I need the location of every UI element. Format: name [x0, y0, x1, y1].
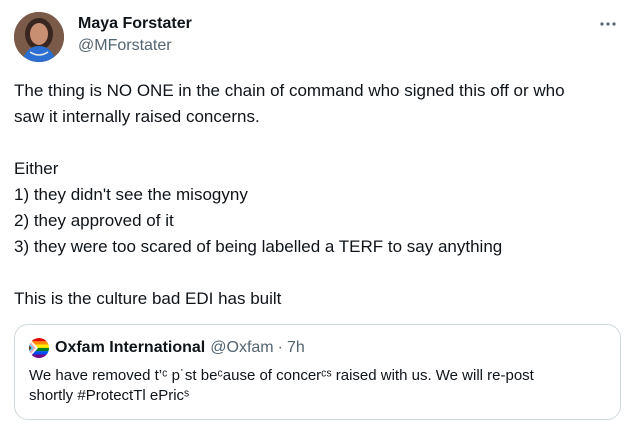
tweet-card: Maya Forstater @MForstater The thing is … [0, 0, 634, 429]
quoted-timestamp[interactable]: 7h [287, 339, 305, 357]
quoted-handle[interactable]: @Oxfam [210, 339, 273, 357]
quoted-text-line: shortly #ProtectTl ePricˢ [29, 387, 190, 404]
author-display-name[interactable]: Maya Forstater [78, 14, 192, 34]
tweet-text-line: saw it internally raised concerns. [14, 107, 260, 126]
author-handle[interactable]: @MForstater [78, 36, 192, 56]
author-info: Maya Forstater @MForstater [78, 14, 192, 56]
quoted-tweet-text: We have removed t’ᶜ p˙st beᶜause of conc… [29, 366, 609, 406]
rainbow-flag-avatar-icon[interactable] [29, 338, 49, 358]
tweet-text-line: 1) they didn't see the misogyny [14, 185, 248, 204]
quoted-text-line: We have removed t’ᶜ p˙st beᶜause of conc… [29, 367, 534, 384]
quoted-separator: · [277, 339, 283, 356]
quoted-tweet-header: Oxfam International @Oxfam · 7h [29, 338, 305, 358]
quoted-display-name[interactable]: Oxfam International [55, 339, 205, 357]
tweet-text-line: This is the culture bad EDI has built [14, 289, 282, 308]
author-avatar[interactable] [14, 12, 64, 62]
more-horizontal-icon [600, 22, 616, 26]
tweet-text-line: 3) they were too scared of being labelle… [14, 237, 503, 256]
quoted-tweet[interactable]: Oxfam International @Oxfam · 7h We have … [14, 324, 621, 420]
more-options-button[interactable] [596, 12, 620, 36]
tweet-text-line: 2) they approved of it [14, 211, 174, 230]
tweet-text-line: Either [14, 159, 59, 178]
tweet-text: The thing is NO ONE in the chain of comm… [14, 78, 624, 312]
tweet-text-line: The thing is NO ONE in the chain of comm… [14, 81, 565, 100]
